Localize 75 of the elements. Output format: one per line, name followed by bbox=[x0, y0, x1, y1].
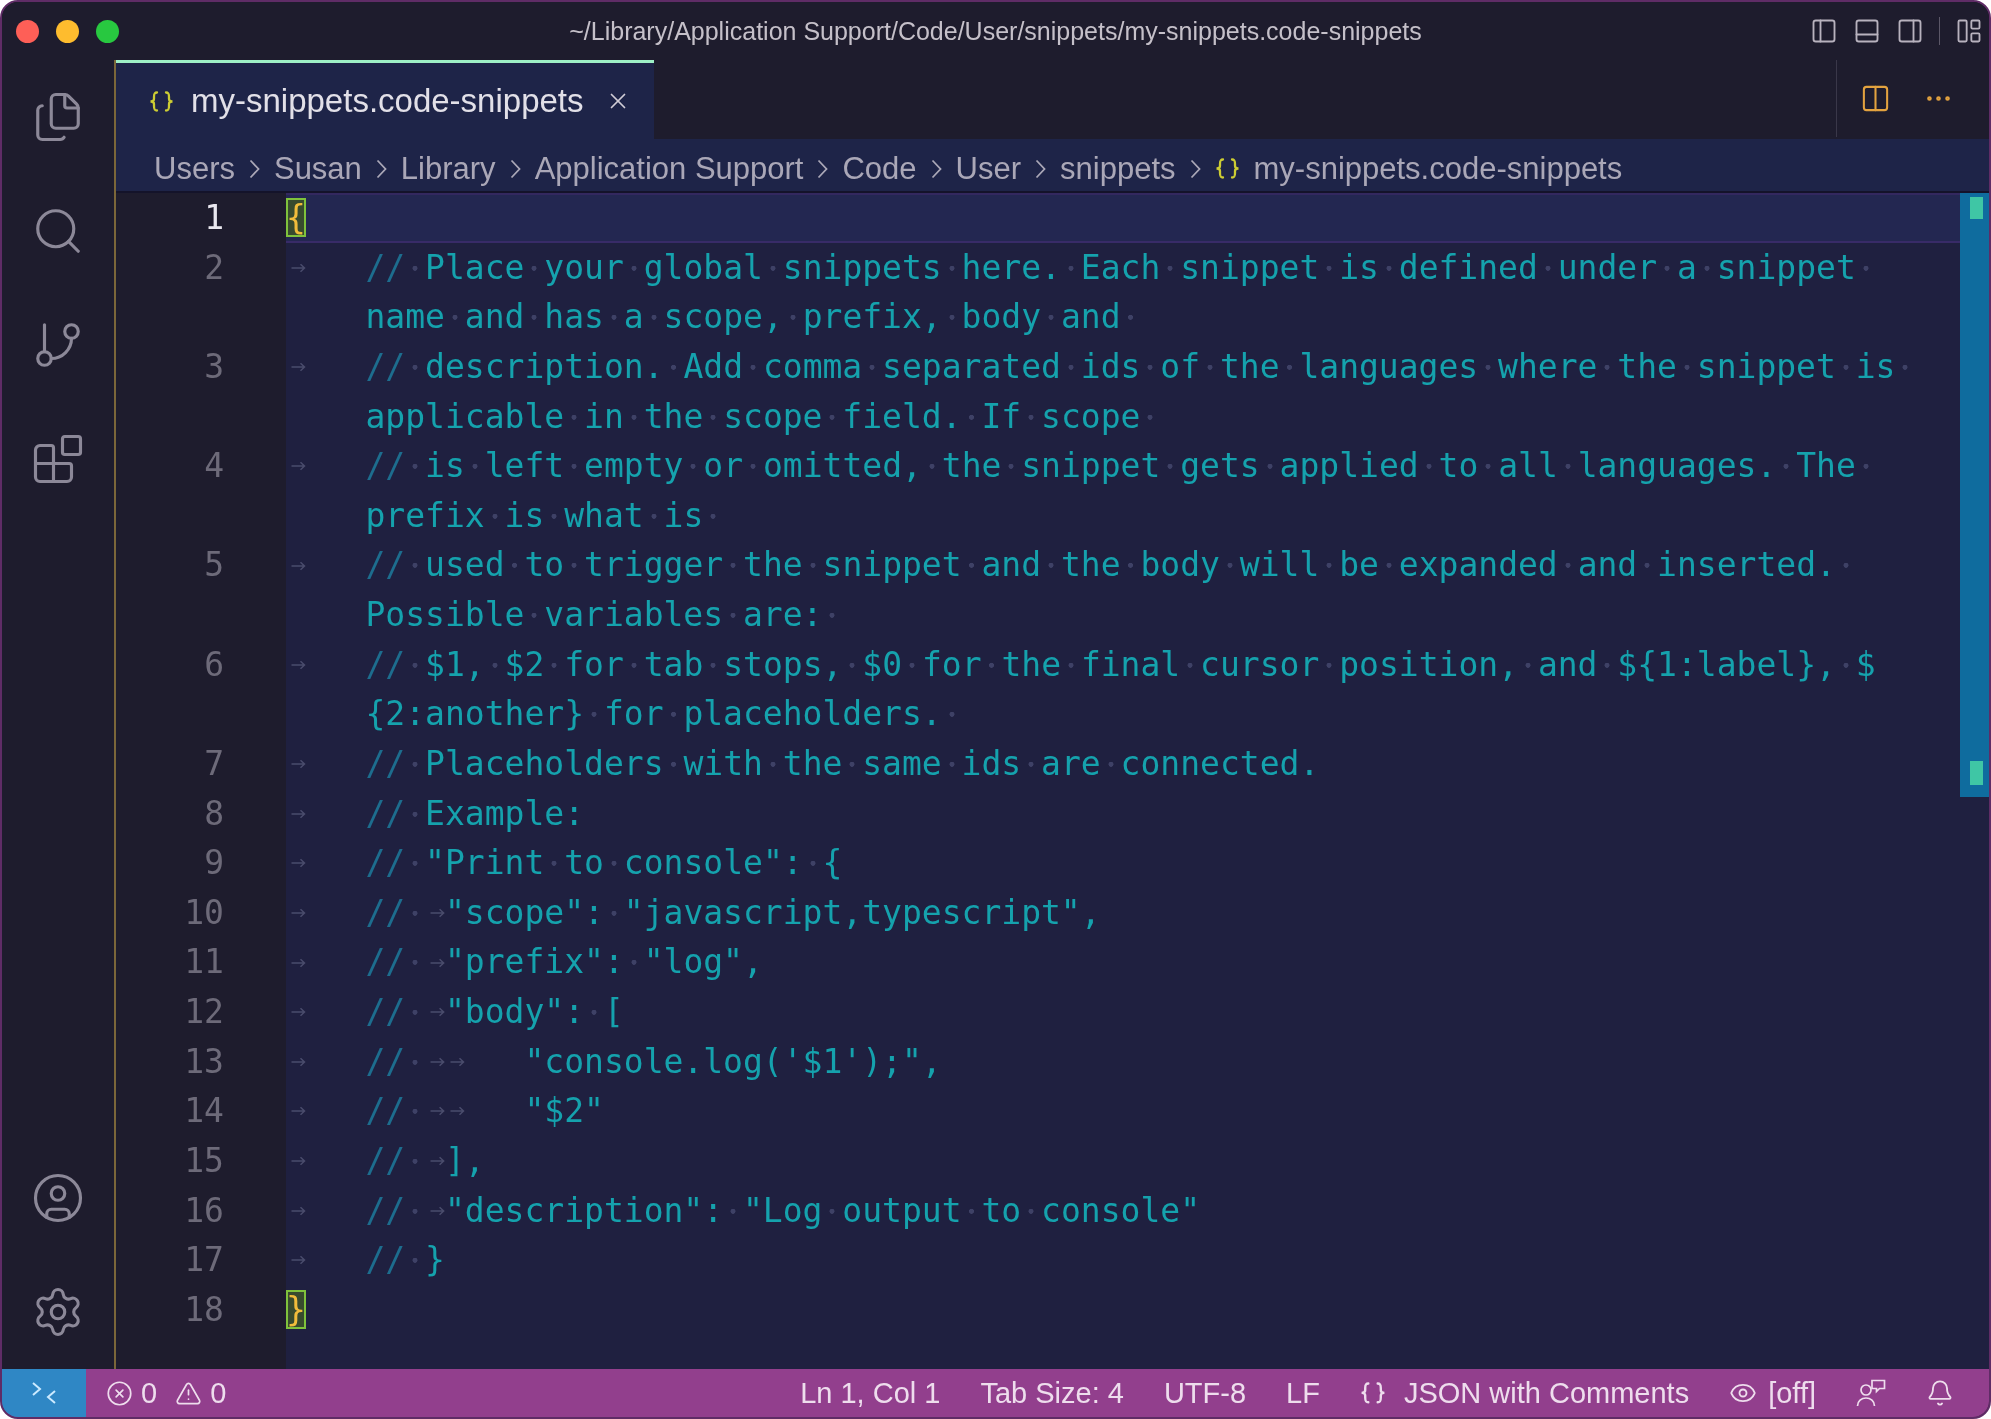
breadcrumb-item[interactable]: Users bbox=[154, 150, 235, 187]
line-number: 3 bbox=[204, 346, 224, 386]
code-line: // "body": [ bbox=[286, 987, 624, 1037]
chevron-right-icon bbox=[1189, 158, 1201, 179]
line-number: 18 bbox=[184, 1289, 224, 1329]
line-number: 14 bbox=[184, 1091, 224, 1131]
code-line: // "scope": "javascript,typescript", bbox=[286, 887, 1101, 938]
blocks-icon[interactable] bbox=[31, 432, 85, 486]
code-line: // $1, $2 for tab stops, $0 for the final cursor position, and ${1:label}, $ {2:another} for placeholders. bbox=[286, 639, 1876, 739]
status-item[interactable]: UTF-8 bbox=[1163, 1369, 1247, 1417]
scrollbar-thumb[interactable] bbox=[1960, 193, 1989, 797]
code-line: // Example: bbox=[286, 788, 585, 839]
chevron-right-icon bbox=[1035, 158, 1047, 179]
breadcrumb-item[interactable]: my-snippets.code-snippets bbox=[1253, 150, 1623, 187]
problems-button[interactable]: 0 0 bbox=[106, 1369, 227, 1417]
chevron-right-icon bbox=[509, 158, 521, 179]
line-number: 16 bbox=[184, 1190, 224, 1230]
line-number: 17 bbox=[184, 1240, 224, 1280]
breadcrumb-item[interactable]: snippets bbox=[1060, 150, 1176, 187]
code-line: // } bbox=[286, 1235, 445, 1285]
window-title: ~/Library/Application Support/Code/User/snippets/my-snippets.code-snippets bbox=[569, 16, 1422, 46]
breadcrumb-item[interactable]: Susan bbox=[273, 150, 362, 187]
line-number: 2 bbox=[204, 247, 224, 287]
language-button[interactable]: JSON with Comments bbox=[1359, 1369, 1690, 1417]
overview-marker bbox=[1970, 761, 1983, 785]
braces-icon bbox=[149, 90, 174, 112]
line-number: 8 bbox=[204, 793, 224, 833]
line-number: 13 bbox=[184, 1041, 224, 1081]
overview-marker bbox=[1970, 197, 1983, 219]
line-number: 4 bbox=[204, 446, 224, 486]
chevron-right-icon bbox=[930, 158, 942, 179]
minimize-window-button[interactable] bbox=[56, 19, 79, 43]
line-number: 15 bbox=[184, 1140, 224, 1180]
split-editor-icon[interactable] bbox=[1860, 83, 1891, 114]
sidebar-left-icon[interactable] bbox=[1810, 17, 1838, 45]
user-circle-icon[interactable] bbox=[31, 1171, 85, 1225]
line-number: 7 bbox=[204, 743, 224, 783]
line-number: 1 bbox=[204, 198, 224, 237]
chevron-right-icon bbox=[375, 158, 387, 179]
breadcrumb-item[interactable]: User bbox=[955, 150, 1022, 187]
person-bubble-icon[interactable] bbox=[1856, 1379, 1886, 1407]
code-line: // used to trigger the snippet and the body will be expanded and inserted. Possible variables are: bbox=[286, 540, 1856, 640]
code-line: // "prefix": "log", bbox=[286, 937, 763, 988]
code-line: // "$2" bbox=[286, 1086, 604, 1136]
status-item[interactable]: LF bbox=[1286, 1369, 1320, 1417]
line-number: 12 bbox=[184, 992, 224, 1032]
status-item[interactable]: Tab Size: 4 bbox=[980, 1369, 1124, 1417]
braces-icon bbox=[1359, 1382, 1386, 1404]
panel-bottom-icon[interactable] bbox=[1853, 17, 1881, 45]
breadcrumb-item[interactable]: Application Support bbox=[534, 150, 804, 187]
chevrons-icon bbox=[31, 1381, 57, 1405]
editor-tab[interactable]: my-snippets.code-snippets bbox=[116, 60, 654, 139]
sidebar-right-icon[interactable] bbox=[1896, 17, 1924, 45]
breadcrumb-item[interactable]: Library bbox=[400, 150, 496, 187]
code-line: // Placeholders with the same ids are connected. bbox=[286, 738, 1320, 789]
code-line: // "description": "Log output to console" bbox=[286, 1185, 1200, 1236]
breadcrumb-item[interactable]: Code bbox=[842, 150, 917, 187]
line-number: 10 bbox=[184, 892, 224, 932]
layout-icon[interactable] bbox=[1955, 17, 1983, 45]
line-number: 5 bbox=[204, 545, 224, 585]
chevron-right-icon bbox=[817, 158, 829, 179]
code-line: // ], bbox=[286, 1135, 485, 1186]
line-number: 11 bbox=[184, 942, 224, 982]
status-item[interactable]: Ln 1, Col 1 bbox=[800, 1369, 941, 1417]
error-icon bbox=[106, 1379, 133, 1407]
close-window-button[interactable] bbox=[16, 19, 39, 43]
bell-icon[interactable] bbox=[1926, 1379, 1954, 1407]
code-line: // "Print to console": { bbox=[286, 838, 843, 888]
status-item[interactable]: [off] bbox=[1729, 1369, 1816, 1417]
line-number: 6 bbox=[204, 644, 224, 684]
chevron-right-icon bbox=[248, 158, 260, 179]
zoom-window-button[interactable] bbox=[96, 19, 119, 43]
line-number: 9 bbox=[204, 843, 224, 883]
braces-icon bbox=[1214, 158, 1240, 179]
code-line: // "console.log('$1');", bbox=[286, 1036, 942, 1087]
